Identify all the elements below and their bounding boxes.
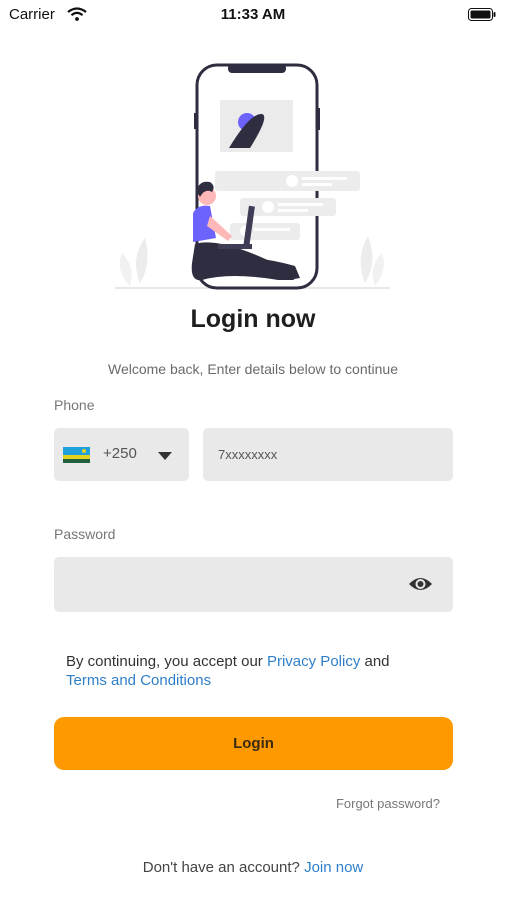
country-code: +250 [103,445,137,462]
page-subtitle: Welcome back, Enter details below to con… [107,361,398,377]
terms-text: By continuing, you accept our Privacy Po… [66,652,456,690]
eye-icon[interactable] [408,574,433,594]
signup-text: Don't have an account? [142,859,300,876]
join-now-link[interactable]: Join now [304,859,363,876]
phone-number-input[interactable] [203,428,453,481]
status-time: 11:33 AM [220,6,286,23]
terms-middle: and [360,653,390,670]
terms-conditions-link[interactable]: Terms and Conditions [66,672,211,689]
page-title: Login now [190,305,316,333]
forgot-password-link[interactable]: Forgot password? [336,796,440,811]
password-input[interactable] [54,557,453,612]
status-bar: Carrier 11:33 AM [0,0,506,30]
phone-label: Phone [54,397,95,413]
country-code-picker[interactable]: +250 [54,428,189,481]
caret-down-icon[interactable] [158,452,172,460]
terms-prefix: By continuing, you accept our [66,653,267,670]
signup-prompt: Don't have an account? Join now [0,859,506,876]
battery-icon [468,8,496,21]
privacy-policy-link[interactable]: Privacy Policy [267,653,360,670]
login-illustration [115,63,390,290]
password-label: Password [54,526,116,542]
rwanda-flag-icon [63,447,90,463]
login-button[interactable]: Login [54,717,453,770]
